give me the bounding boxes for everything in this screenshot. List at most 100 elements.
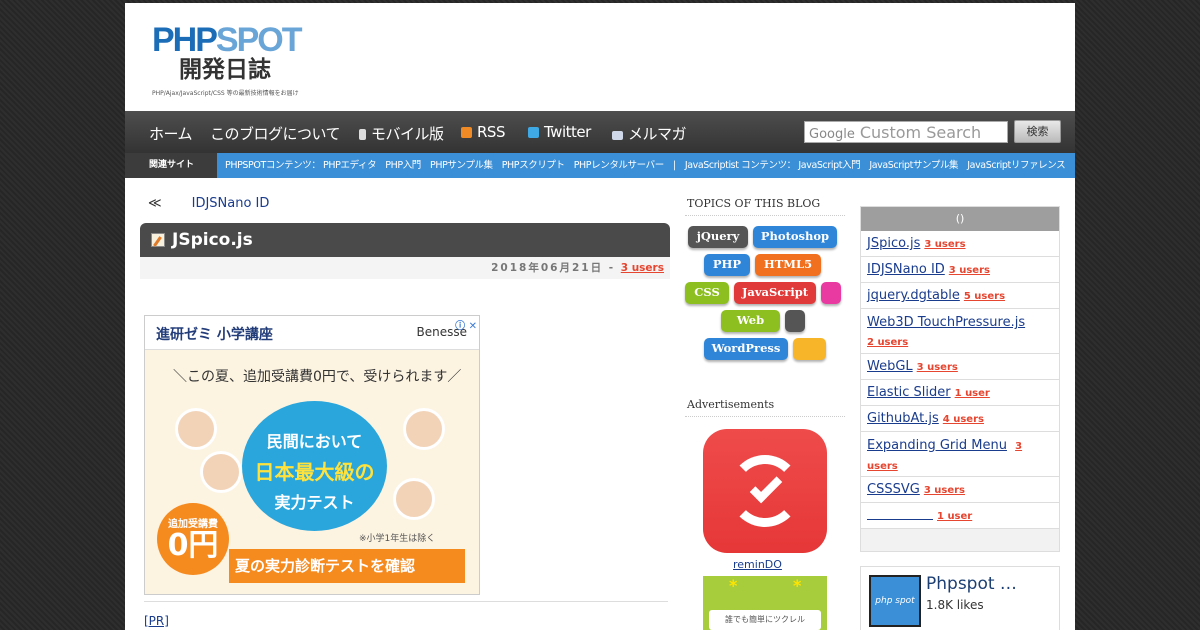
nav-rss-label: RSS (477, 123, 505, 141)
nav-twitter[interactable]: Twitter (528, 123, 591, 141)
child-photo (403, 408, 445, 450)
related-sites-links[interactable]: PHPSPOTコンテンツ： PHPエディタ PHP入門 PHPサンプル集 PHP… (225, 153, 1066, 178)
ranking-item-users[interactable]: 2 users (867, 337, 908, 348)
entry-title[interactable]: JSpico.js (172, 230, 253, 250)
remindo-app-icon[interactable] (703, 429, 827, 553)
main-nav: ホーム このブログについて モバイル版 RSS Twitter メルマガ Goo… (125, 111, 1075, 153)
tag-css[interactable]: CSS (685, 282, 729, 304)
site-header: PHPSPOT 開発日誌 PHP/Ajax/JavaScript/CSS 等の最… (125, 3, 1075, 111)
ad-circle-line1: 民間において (266, 432, 363, 451)
ranking-item-title[interactable]: WebGL (867, 359, 913, 374)
nav-rss[interactable]: RSS (461, 123, 505, 141)
pr-link[interactable]: [PR] (144, 614, 169, 628)
ranking-item[interactable]: CSSSVG 3 users (861, 477, 1059, 503)
site-logo[interactable]: PHPSPOT 開発日誌 PHP/Ajax/JavaScript/CSS 等の最… (152, 23, 312, 98)
ranking-item[interactable]: WebGL 3 users (861, 354, 1059, 380)
logo-subtitle: 開発日誌 (179, 57, 271, 83)
facebook-likes-count: 1.8K likes (926, 598, 984, 612)
nav-about[interactable]: このブログについて (210, 123, 341, 144)
ad-note: ※小学1年生は除く (359, 534, 436, 544)
ranking-item[interactable]: Elastic Slider 1 user (861, 380, 1059, 406)
tag-gray[interactable] (785, 310, 805, 332)
ad-badge: 追加受講費 0円 (157, 503, 229, 575)
divider (685, 416, 845, 417)
nav-mobile[interactable]: モバイル版 (359, 123, 444, 144)
app-banner[interactable]: * * 誰でも簡単にツクレル (703, 576, 827, 630)
google-label: Google (809, 127, 855, 142)
divider (685, 215, 845, 216)
page-container: PHPSPOT 開発日誌 PHP/Ajax/JavaScript/CSS 等の最… (125, 3, 1075, 630)
tag-web[interactable]: Web (721, 310, 780, 332)
rss-icon (461, 127, 472, 138)
ranking-item[interactable]: 1 user (861, 503, 1059, 529)
ranking-item[interactable]: Web3D TouchPressure.js 2 users (861, 309, 1059, 354)
child-photo (200, 451, 242, 493)
ranking-item[interactable]: Expanding Grid Menu 3 users (861, 432, 1059, 477)
star-icon: * (729, 576, 738, 595)
app-name-link[interactable]: reminDO (733, 558, 782, 571)
ad-close-icon[interactable]: ⓘ ✕ (455, 317, 477, 332)
ranking-item-title[interactable]: IDJSNano ID (867, 262, 945, 277)
ranking-item-users[interactable]: 1 user (955, 388, 990, 399)
related-sites-bar: 関連サイト PHPSPOTコンテンツ： PHPエディタ PHP入門 PHPサンプ… (125, 153, 1075, 178)
ranking-item-title[interactable]: Web3D TouchPressure.js (867, 315, 1025, 330)
tag-html5[interactable]: HTML5 (755, 254, 821, 276)
ranking-item-title[interactable]: jquery.dgtable (867, 288, 960, 303)
ad-slogan: ＼この夏、追加受講費0円で、受けられます／ (173, 369, 462, 385)
ranking-item-users[interactable]: 5 users (964, 291, 1005, 302)
facebook-page-name[interactable]: Phpspot … (926, 574, 1017, 594)
tag-javascript[interactable]: JavaScript (734, 282, 816, 304)
ad-circle-line2: 日本最大級の (254, 460, 375, 484)
tag-php[interactable]: PHP (704, 254, 750, 276)
child-photo (175, 408, 217, 450)
nav-mailmag[interactable]: メルマガ (612, 123, 687, 144)
prev-arrow: ≪ (148, 196, 162, 211)
logo-tagline: PHP/Ajax/JavaScript/CSS 等の最新技術情報をお届け (152, 90, 299, 97)
ranking-item-title[interactable] (867, 503, 933, 520)
tag-jquery[interactable]: jQuery (688, 226, 748, 248)
ad-cta-button[interactable]: 夏の実力診断テストを確認 (229, 549, 465, 583)
ranking-item-users[interactable]: 3 users (924, 485, 965, 496)
ranking-item[interactable]: jquery.dgtable 5 users (861, 283, 1059, 309)
nav-mobile-label: モバイル版 (371, 125, 444, 143)
prev-entry-link[interactable]: ≪ IDJSNano ID (148, 196, 269, 211)
ranking-item-users[interactable]: 3 users (949, 265, 990, 276)
tag-yellow[interactable] (793, 338, 826, 360)
logo-text-spot: SPOT (215, 21, 303, 59)
tag-photoshop[interactable]: Photoshop (753, 226, 837, 248)
tag-pink[interactable] (821, 282, 841, 304)
twitter-icon (528, 127, 539, 138)
ranking-box: () JSpico.js 3 users IDJSNano ID 3 users j… (860, 206, 1060, 552)
entry-bookmark-users[interactable]: 3 users (621, 262, 664, 274)
ranking-item-users[interactable]: 3 users (917, 362, 958, 373)
logo-text-php: PHP (152, 21, 218, 59)
search-button[interactable]: 検索 (1014, 120, 1061, 143)
ranking-item-users[interactable]: 1 user (937, 511, 972, 522)
child-photo (393, 478, 435, 520)
nav-mailmag-label: メルマガ (628, 125, 687, 143)
ranking-item-users[interactable]: 3 users (924, 239, 965, 250)
tag-wordpress[interactable]: WordPress (704, 338, 788, 360)
facebook-page-widget[interactable]: php spot Phpspot … 1.8K likes (860, 566, 1060, 630)
nav-twitter-label: Twitter (544, 123, 591, 141)
star-icon: * (793, 576, 802, 595)
ranking-item[interactable]: IDJSNano ID 3 users (861, 257, 1059, 283)
ranking-item[interactable]: GithubAt.js 4 users (861, 406, 1059, 432)
ad-badge-value: 0円 (167, 528, 219, 563)
ranking-item-users[interactable]: 4 users (943, 414, 984, 425)
search-input[interactable]: Google Custom Search (804, 121, 1008, 143)
related-sites-label: 関連サイト (125, 153, 217, 178)
ranking-item-title[interactable]: Expanding Grid Menu (867, 438, 1007, 453)
ranking-item-title[interactable]: CSSSVG (867, 482, 920, 497)
ad-circle-line3: 実力テスト (274, 493, 355, 512)
ranking-item-title[interactable]: GithubAt.js (867, 411, 939, 426)
ad-banner[interactable]: 進研ゼミ 小学講座 Benesse ⓘ ✕ ＼この夏、追加受講費0円で、受けられ… (144, 315, 480, 595)
entry-date: 2018年06月21日 - (491, 262, 616, 274)
ranking-item-title[interactable]: JSpico.js (867, 236, 920, 251)
ranking-item-title[interactable]: Elastic Slider (867, 385, 951, 400)
prev-entry-title: IDJSNano ID (191, 196, 270, 211)
ranking-item[interactable]: JSpico.js 3 users (861, 231, 1059, 257)
nav-home[interactable]: ホーム (149, 123, 193, 144)
mail-icon (612, 131, 623, 140)
advertisements-heading: Advertisements (687, 398, 775, 411)
